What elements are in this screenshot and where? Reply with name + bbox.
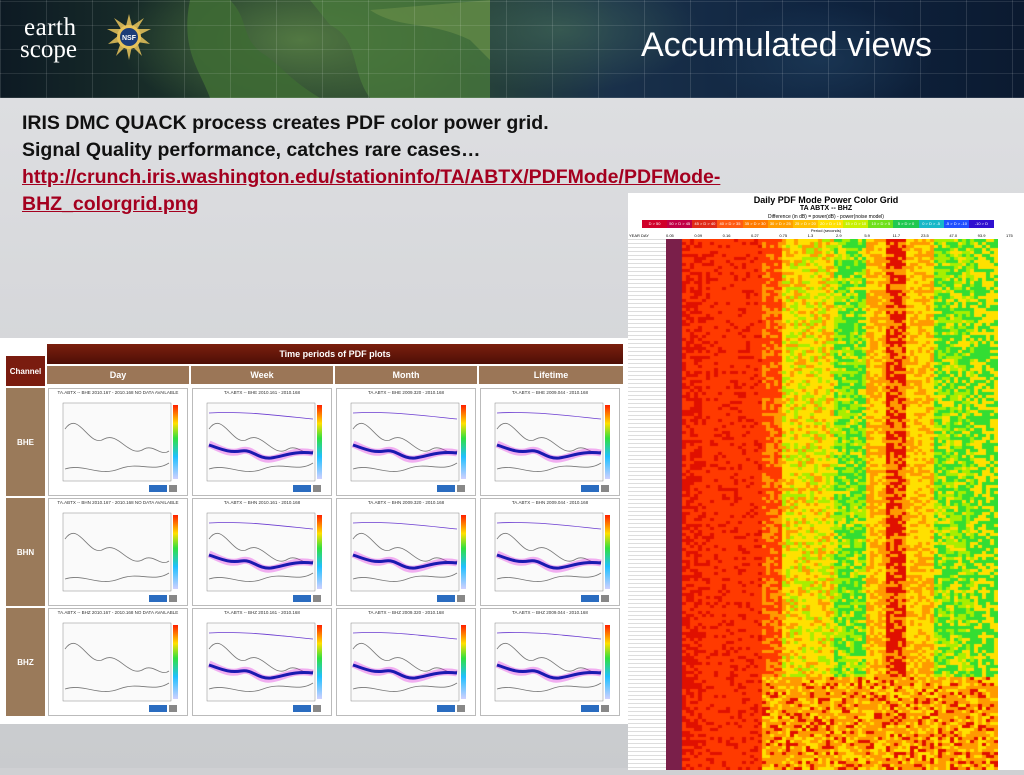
period-header-week: Week [191, 366, 333, 384]
legend-entry: 40 > D > 35 [717, 220, 743, 228]
period-header-day: Day [47, 366, 189, 384]
pdf-plot-cell: TA.ABTX -- BHZ 2010.161 - 2010.168 [192, 608, 332, 716]
pdf-plot-cell: TA.ABTX -- BHZ 2010.167 - 2010.168 NO DA… [48, 608, 188, 716]
channel-label-bhn: BHN [6, 498, 45, 606]
legend-entry: 10 > D > 5 [868, 220, 894, 228]
earthscope-logo-text-2: scope [20, 36, 77, 63]
pdf-plot-graphic [206, 402, 322, 492]
color-grid-legend: D > 50 50 > D > 45 45 > D > 40 40 > D > 35 3… [642, 220, 994, 228]
period-tick: 5.9 [864, 233, 870, 238]
pdf-plot-cell: TA.ABTX -- BHE 2010.161 - 2010.168 [192, 388, 332, 496]
period-tick: 0.16 [722, 233, 731, 238]
period-header-lifetime: Lifetime [479, 366, 623, 384]
pdf-plots-table: Channel Time periods of PDF plots Day We… [0, 338, 628, 724]
legend-entry: 0 > D > -5 [918, 220, 944, 228]
slide-title: Accumulated views [640, 26, 932, 64]
pdf-plot-graphic [494, 402, 610, 492]
pdf-plot-graphic [350, 622, 466, 712]
channel-column-header: Channel [6, 356, 45, 386]
pdf-plot-cell: TA.ABTX -- BHE 2009.320 - 2010.168 [336, 388, 476, 496]
earthscope-logo: earth scope [20, 14, 100, 64]
period-tick: 1.3 [807, 233, 814, 238]
pdf-plot-graphic [494, 622, 610, 712]
legend-entry: 50 > D > 45 [667, 220, 693, 228]
pdf-plot-cell: TA.ABTX -- BHN 2010.161 - 2010.168 [192, 498, 332, 606]
channel-label-bhz: BHZ [6, 608, 45, 716]
bullet-1: IRIS DMC QUACK process creates PDF color… [22, 112, 549, 134]
pdf-plot-cell: TA.ABTX -- BHZ 2009.044 - 2010.168 [480, 608, 620, 716]
pdf-plot-graphic [206, 622, 322, 712]
pdf-plot-cell: TA.ABTX -- BHZ 2009.320 - 2010.168 [336, 608, 476, 716]
period-tick: 175 [1006, 233, 1013, 238]
pdf-plot-graphic [62, 622, 178, 712]
period-tick: 47.0 [949, 233, 958, 238]
legend-entry: 5 > D > 0 [893, 220, 919, 228]
channel-label-bhe: BHE [6, 388, 45, 496]
legend-entry: 25 > D > 20 [792, 220, 818, 228]
period-tick: 0.27 [751, 233, 759, 238]
period-tick: 93.9 [977, 233, 986, 238]
pdf-plot-graphic [494, 512, 610, 602]
legend-entry: -5 > D > -10 [943, 220, 969, 228]
nsf-logo: NSF [107, 14, 151, 60]
legend-entry: 20 > D > 15 [817, 220, 844, 228]
pdf-plot-graphic [62, 402, 178, 492]
time-periods-header: Time periods of PDF plots [47, 344, 623, 364]
color-grid-title: Daily PDF Mode Power Color Grid [753, 195, 899, 205]
pdf-mode-color-grid: Daily PDF Mode Power Color Grid TA ABTX … [628, 193, 1024, 770]
pdf-plot-cell: TA.ABTX -- BHN 2009.044 - 2010.168 [480, 498, 620, 606]
pdf-plot-graphic [62, 512, 178, 602]
pdf-plot-cell: TA.ABTX -- BHE 2010.167 - 2010.168 NO DA… [48, 388, 188, 496]
pdf-plot-cell: TA.ABTX -- BHN 2010.167 - 2010.168 NO DA… [48, 498, 188, 606]
pdf-plot-cell: TA.ABTX -- BHN 2009.320 - 2010.168 [336, 498, 476, 606]
color-grid-cells [666, 239, 998, 770]
period-tick: 2.9 [836, 233, 842, 238]
period-tick: 23.5 [921, 233, 929, 238]
color-grid-canvas [666, 239, 998, 770]
pdf-plot-cell: TA.ABTX -- BHE 2009.044 - 2010.168 [480, 388, 620, 496]
period-tick: 0.09 [694, 233, 703, 238]
pdf-plot-graphic [206, 512, 322, 602]
legend-entry: 15 > D > 10 [843, 220, 869, 228]
pdf-plot-graphic [350, 512, 466, 602]
svg-text:NSF: NSF [122, 35, 137, 42]
legend-entry: 35 > D > 30 [742, 220, 768, 228]
bullet-2: Signal Quality performance, catches rare… [22, 139, 481, 161]
legend-entry: 30 > D > 25 [767, 220, 793, 228]
period-header-month: Month [335, 366, 477, 384]
period-tick: 0.75 [779, 233, 788, 238]
legend-entry: 45 > D > 40 [692, 220, 718, 228]
legend-entry: D > 50 [642, 220, 668, 228]
legend-entry: -10 > D [968, 220, 994, 228]
yearday-axis-label: YEAR DAY [629, 233, 649, 238]
color-grid-station: TA ABTX -- BHZ [799, 205, 853, 212]
colorgrid-link-line-1[interactable]: http://crunch.iris.washington.edu/statio… [22, 166, 720, 189]
header-banner: earth scope NSF Accumulated views [0, 0, 1024, 98]
colorgrid-link-line-2[interactable]: BHZ_colorgrid.png [22, 193, 199, 216]
pdf-plot-graphic [350, 402, 466, 492]
slide-content: IRIS DMC QUACK process creates PDF color… [0, 98, 1024, 770]
period-tick: 0.05 [666, 233, 674, 238]
yearday-row-labels [628, 239, 666, 770]
period-tick: 11.7 [892, 233, 901, 238]
